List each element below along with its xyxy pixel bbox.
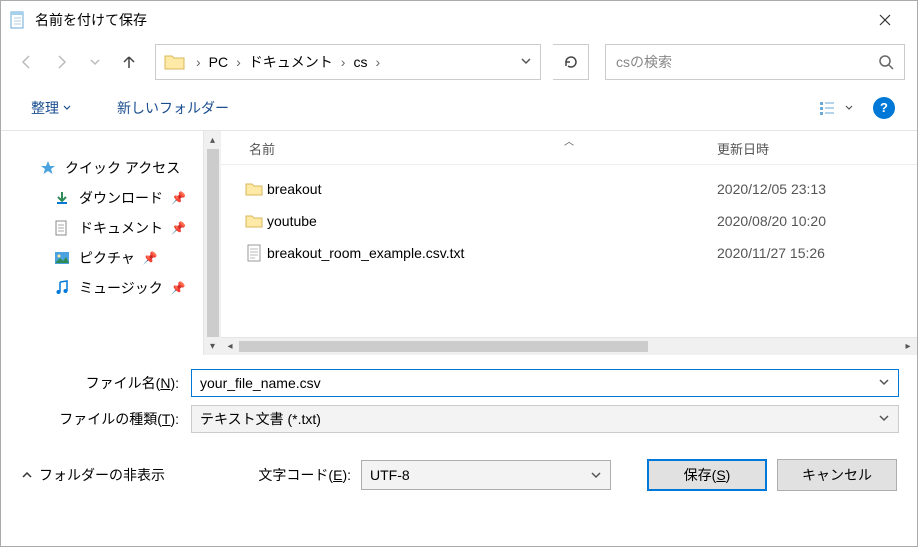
view-options-button[interactable]: [813, 96, 859, 120]
form-area: ファイル名(N): ファイルの種類(T): テキスト文書 (*.txt): [1, 355, 917, 437]
sort-indicator-icon: ︿: [564, 133, 574, 148]
sidebar: クイック アクセス ダウンロード 📌 ドキュメント 📌 ピクチャ 📌 ミュージッ…: [1, 131, 221, 355]
search-placeholder: csの検索: [616, 52, 878, 72]
hide-folders-button[interactable]: フォルダーの非表示: [21, 465, 165, 485]
breadcrumb-documents[interactable]: ドキュメント: [243, 52, 339, 72]
chevron-right-icon: ›: [373, 54, 382, 70]
column-date[interactable]: 更新日時: [717, 139, 897, 158]
main-area: クイック アクセス ダウンロード 📌 ドキュメント 📌 ピクチャ 📌 ミュージッ…: [1, 131, 917, 355]
encoding-label: 文字コード(E):: [258, 465, 351, 485]
folder-icon: [164, 53, 186, 71]
view-list-icon: [819, 100, 841, 116]
chevron-down-icon: [590, 469, 602, 481]
refresh-button[interactable]: [553, 44, 589, 80]
sidebar-item-music[interactable]: ミュージック 📌: [53, 273, 221, 303]
chevron-down-icon: [845, 104, 853, 112]
toolbar: 整理 新しいフォルダー ?: [1, 85, 917, 131]
filename-text[interactable]: [200, 375, 878, 391]
window-title: 名前を付けて保存: [35, 10, 861, 30]
folder-icon: [241, 181, 267, 197]
music-icon: [53, 279, 71, 297]
chevron-right-icon: ›: [234, 54, 243, 70]
chevron-right-icon: ›: [339, 54, 348, 70]
download-icon: [53, 189, 71, 207]
sidebar-scrollbar[interactable]: ▴ ▾: [203, 131, 221, 355]
chevron-right-icon: ›: [194, 54, 203, 70]
file-row-folder[interactable]: youtube 2020/08/20 10:20: [241, 205, 897, 237]
search-input[interactable]: csの検索: [605, 44, 905, 80]
pin-icon: 📌: [171, 191, 187, 205]
chevron-down-icon[interactable]: [878, 375, 890, 391]
scrollbar-thumb[interactable]: [239, 341, 648, 352]
document-icon: [53, 219, 71, 237]
filetype-row: ファイルの種類(T): テキスト文書 (*.txt): [19, 401, 899, 437]
up-button[interactable]: [115, 48, 143, 76]
horizontal-scrollbar[interactable]: ◂ ▸: [221, 337, 917, 355]
forward-button[interactable]: [47, 48, 75, 76]
scroll-up-icon[interactable]: ▴: [204, 131, 221, 149]
file-list-header[interactable]: ︿ 名前 更新日時: [221, 131, 917, 165]
new-folder-button[interactable]: 新しいフォルダー: [109, 94, 237, 122]
file-row-folder[interactable]: breakout 2020/12/05 23:13: [241, 173, 897, 205]
search-icon: [878, 54, 894, 70]
filename-label: ファイル名(N):: [19, 373, 179, 393]
sidebar-item-documents[interactable]: ドキュメント 📌: [53, 213, 221, 243]
chevron-down-icon: [878, 411, 890, 427]
pin-icon: 📌: [171, 281, 187, 295]
sidebar-item-quickaccess[interactable]: クイック アクセス: [39, 153, 221, 183]
help-button[interactable]: ?: [873, 97, 895, 119]
close-button[interactable]: [861, 5, 909, 35]
sidebar-item-downloads[interactable]: ダウンロード 📌: [53, 183, 221, 213]
scrollbar-thumb[interactable]: [207, 149, 219, 337]
back-button[interactable]: [13, 48, 41, 76]
star-icon: [39, 159, 57, 177]
notepad-icon: [9, 11, 27, 29]
breadcrumb-pc[interactable]: PC: [203, 54, 234, 70]
organize-menu[interactable]: 整理: [23, 94, 79, 122]
filename-input[interactable]: [191, 369, 899, 397]
bottom-bar: フォルダーの非表示 文字コード(E): UTF-8 保存(S) キャンセル: [1, 437, 917, 505]
recent-dropdown[interactable]: [81, 48, 109, 76]
scroll-down-icon[interactable]: ▾: [204, 337, 221, 355]
file-list: breakout 2020/12/05 23:13 youtube 2020/0…: [221, 165, 917, 277]
filetype-label: ファイルの種類(T):: [19, 409, 179, 429]
address-bar[interactable]: › PC › ドキュメント › cs ›: [155, 44, 541, 80]
encoding-select[interactable]: UTF-8: [361, 460, 611, 490]
folder-icon: [241, 213, 267, 229]
file-row-file[interactable]: breakout_room_example.csv.txt 2020/11/27…: [241, 237, 897, 269]
filename-row: ファイル名(N):: [19, 365, 899, 401]
breadcrumb-current[interactable]: cs: [347, 54, 373, 70]
pin-icon: 📌: [171, 221, 187, 235]
scroll-right-icon[interactable]: ▸: [899, 341, 917, 352]
file-list-area: ︿ 名前 更新日時 breakout 2020/12/05 23:13 yout…: [221, 131, 917, 355]
sidebar-item-pictures[interactable]: ピクチャ 📌: [53, 243, 221, 273]
scroll-left-icon[interactable]: ◂: [221, 341, 239, 352]
save-button[interactable]: 保存(S): [647, 459, 767, 491]
chevron-up-icon: [21, 469, 33, 481]
pictures-icon: [53, 249, 71, 267]
textfile-icon: [241, 244, 267, 262]
filetype-select[interactable]: テキスト文書 (*.txt): [191, 405, 899, 433]
cancel-button[interactable]: キャンセル: [777, 459, 897, 491]
chevron-down-icon[interactable]: [520, 54, 532, 70]
titlebar: 名前を付けて保存: [1, 1, 917, 39]
column-name[interactable]: 名前: [241, 139, 717, 158]
pin-icon: 📌: [143, 251, 159, 265]
chevron-down-icon: [63, 104, 71, 112]
navbar: › PC › ドキュメント › cs › csの検索: [1, 39, 917, 85]
